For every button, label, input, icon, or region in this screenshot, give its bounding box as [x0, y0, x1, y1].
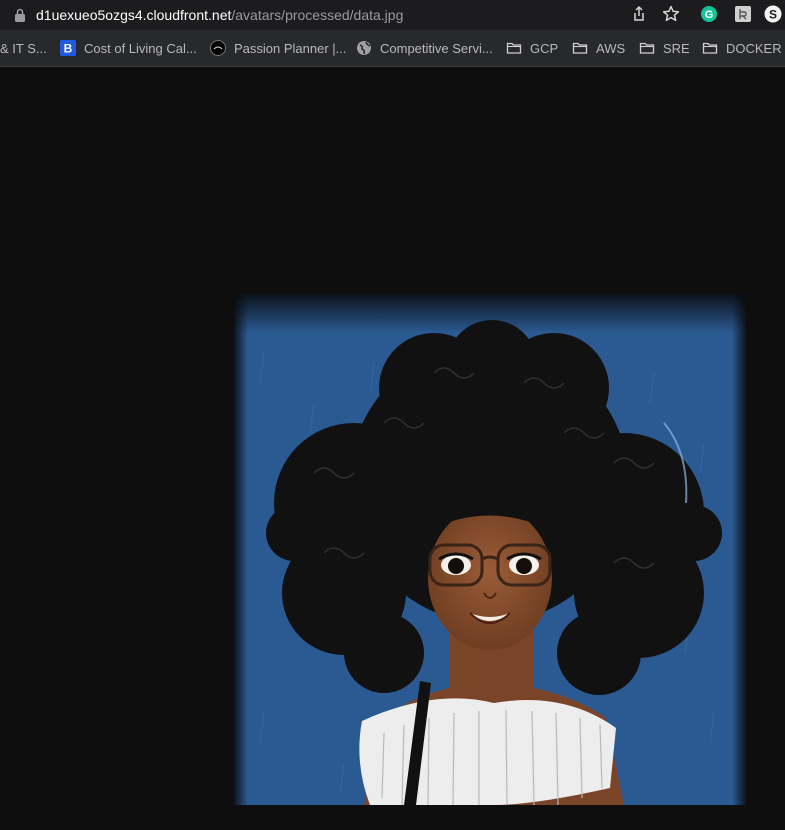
svg-text:G: G: [705, 9, 714, 21]
avatar-illustration: [234, 293, 746, 805]
share-icon[interactable]: [629, 4, 649, 24]
bookmark-star-icon[interactable]: [661, 4, 681, 24]
bookmark-label: & IT S...: [0, 40, 47, 56]
globe-icon: [357, 41, 371, 55]
passion-planner-icon: [210, 40, 226, 56]
bookmark-label: Cost of Living Cal...: [84, 40, 197, 56]
url-path: /avatars/processed/data.jpg: [231, 7, 404, 23]
folder-icon: [506, 42, 522, 54]
svg-text:S: S: [769, 8, 777, 22]
bookmark-folder-aws[interactable]: AWS: [572, 39, 625, 57]
bookmark-label: AWS: [596, 40, 626, 56]
address-bar[interactable]: d1uexueo5ozgs4.cloudfront.net/avatars/pr…: [0, 0, 785, 30]
folder-icon: [572, 42, 588, 54]
url-host: d1uexueo5ozgs4.cloudfront.net: [36, 7, 232, 23]
grammarly-extension-icon[interactable]: G: [699, 4, 719, 24]
bookmarks-bar: & IT S... B Cost of Living Cal... Passio…: [0, 30, 785, 67]
bookmark-label: GCP: [530, 40, 559, 56]
b-icon: B: [60, 40, 76, 56]
bookmark-label: Passion Planner |...: [234, 40, 347, 56]
bookmark-folder-gcp[interactable]: GCP: [506, 39, 558, 57]
extension-s-icon[interactable]: S: [763, 4, 783, 24]
bookmark-item[interactable]: & IT S...: [0, 39, 47, 57]
bookmark-label: DOCKER: [726, 40, 782, 56]
bookmark-item[interactable]: B Cost of Living Cal...: [60, 39, 197, 57]
bookmark-label: Competitive Servi...: [380, 40, 493, 56]
bookmark-item[interactable]: Passion Planner |...: [210, 39, 347, 57]
bookmark-folder-sre[interactable]: SRE: [639, 39, 690, 57]
url-text[interactable]: d1uexueo5ozgs4.cloudfront.net/avatars/pr…: [36, 6, 403, 24]
bookmark-label: SRE: [663, 40, 690, 56]
bookmark-item[interactable]: Competitive Servi...: [356, 39, 493, 57]
lock-icon: [15, 8, 25, 22]
folder-icon: [639, 42, 655, 54]
avatar-image: [234, 293, 746, 805]
svg-text:B: B: [64, 42, 73, 56]
extension-icon[interactable]: [733, 4, 753, 24]
bookmark-folder-docker[interactable]: DOCKER: [702, 39, 782, 57]
folder-icon: [702, 42, 718, 54]
